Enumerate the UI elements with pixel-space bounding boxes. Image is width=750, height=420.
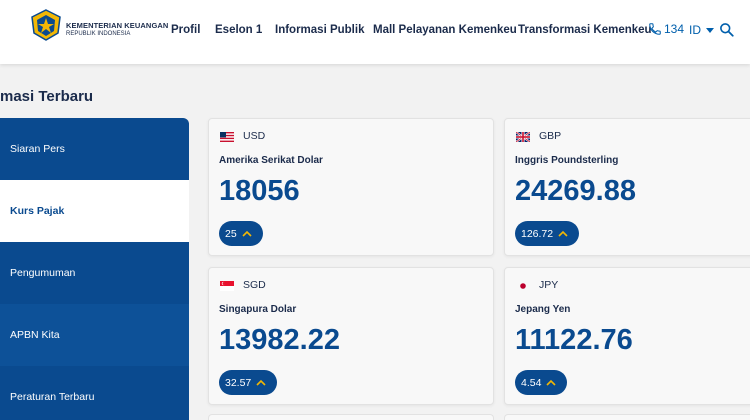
top-header: KEMENTERIAN KEUANGAN REPUBLIK INDONESIA … xyxy=(0,0,750,64)
chevron-down-icon xyxy=(706,27,714,33)
sidebar-item-pengumuman[interactable]: Pengumuman xyxy=(0,242,189,304)
exchange-rate-value: 18056 xyxy=(219,175,300,207)
exchange-rate-value: 13982.22 xyxy=(219,324,340,356)
jp-flag-icon xyxy=(516,281,530,291)
chevron-up-icon xyxy=(558,230,568,237)
currency-name: Inggris Poundsterling xyxy=(515,155,619,166)
nav-eselon-1[interactable]: Eselon 1 xyxy=(215,24,262,36)
rate-card-gbp[interactable]: GBP Inggris Poundsterling 24269.88 126.7… xyxy=(504,118,750,256)
kemenkeu-logo-icon[interactable] xyxy=(30,9,62,41)
nav-transformasi[interactable]: Transformasi Kemenkeu xyxy=(518,24,652,36)
currency-code: USD xyxy=(243,130,266,142)
nav-mall-pelayanan[interactable]: Mall Pelayanan Kemenkeu xyxy=(373,24,517,36)
rate-card-partial[interactable] xyxy=(504,414,750,420)
currency-code: SGD xyxy=(243,279,266,291)
us-flag-icon xyxy=(220,132,234,142)
logo-text: KEMENTERIAN KEUANGAN REPUBLIK INDONESIA xyxy=(66,21,168,39)
currency-name: Singapura Dolar xyxy=(219,304,297,315)
phone-number: 134 xyxy=(664,22,685,36)
sidebar-item-siaran-pers[interactable]: Siaran Pers xyxy=(0,118,189,180)
language-label: ID xyxy=(689,23,701,37)
rate-card-partial[interactable] xyxy=(208,414,494,420)
page-title: masi Terbaru xyxy=(0,88,94,105)
sidebar-item-kurs-pajak[interactable]: Kurs Pajak xyxy=(0,180,189,242)
currency-code: GBP xyxy=(539,130,562,142)
rate-change-badge: 25 xyxy=(219,221,263,246)
sidebar-menu: Siaran Pers Kurs Pajak Pengumuman APBN K… xyxy=(0,118,189,420)
rate-change-value: 4.54 xyxy=(521,376,542,389)
rate-change-value: 25 xyxy=(225,227,237,240)
exchange-rate-value: 11122.76 xyxy=(515,324,633,356)
uk-flag-icon xyxy=(516,132,530,142)
rate-change-value: 126.72 xyxy=(521,227,554,240)
currency-name: Jepang Yen xyxy=(515,304,571,315)
rate-change-badge: 126.72 xyxy=(515,221,580,246)
rate-change-badge: 4.54 xyxy=(515,370,568,395)
rate-change-badge: 32.57 xyxy=(219,370,278,395)
currency-code: JPY xyxy=(539,279,559,291)
rate-card-jpy[interactable]: JPY Jepang Yen 11122.76 4.54 xyxy=(504,267,750,405)
sidebar-item-peraturan-terbaru[interactable]: Peraturan Terbaru xyxy=(0,366,189,420)
chevron-up-icon xyxy=(256,379,266,386)
sidebar-item-apbn-kita[interactable]: APBN Kita xyxy=(0,304,189,366)
rate-card-sgd[interactable]: SGD Singapura Dolar 13982.22 32.57 xyxy=(208,267,494,405)
nav-profil[interactable]: Profil xyxy=(171,24,200,36)
sg-flag-icon xyxy=(220,281,234,291)
rate-card-usd[interactable]: USD Amerika Serikat Dolar 18056 25 xyxy=(208,118,494,256)
phone-contact[interactable]: 134 xyxy=(648,22,684,36)
chevron-up-icon xyxy=(242,230,252,237)
logo-line-2: REPUBLIK INDONESIA xyxy=(66,31,131,37)
search-icon[interactable] xyxy=(719,22,734,37)
logo-line-1: KEMENTERIAN KEUANGAN xyxy=(66,21,169,30)
exchange-rate-value: 24269.88 xyxy=(515,175,636,207)
chevron-up-icon xyxy=(546,379,557,386)
nav-informasi-publik[interactable]: Informasi Publik xyxy=(275,24,364,36)
language-selector[interactable]: ID xyxy=(689,23,714,37)
rate-change-value: 32.57 xyxy=(225,376,252,389)
currency-name: Amerika Serikat Dolar xyxy=(219,155,323,166)
phone-icon xyxy=(649,23,661,35)
